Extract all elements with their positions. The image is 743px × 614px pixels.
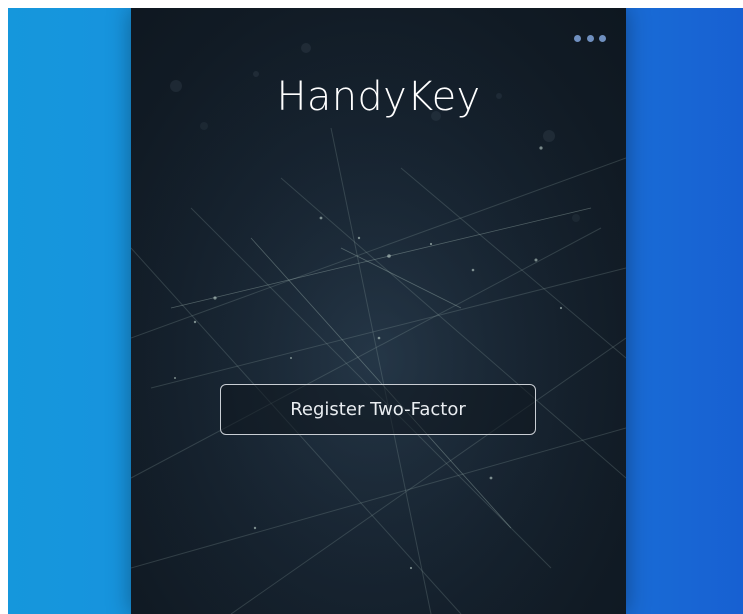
more-dot-icon <box>574 34 581 42</box>
more-dot-icon <box>586 34 594 42</box>
more-dot-icon <box>599 34 606 42</box>
app-title: HandyKey <box>276 74 481 120</box>
app-window: HandyKey Register Two-Factor <box>131 8 626 614</box>
desktop-background: HandyKey Register Two-Factor <box>8 8 743 614</box>
more-options-button[interactable] <box>574 30 606 46</box>
register-two-factor-button[interactable]: Register Two-Factor <box>220 384 536 435</box>
